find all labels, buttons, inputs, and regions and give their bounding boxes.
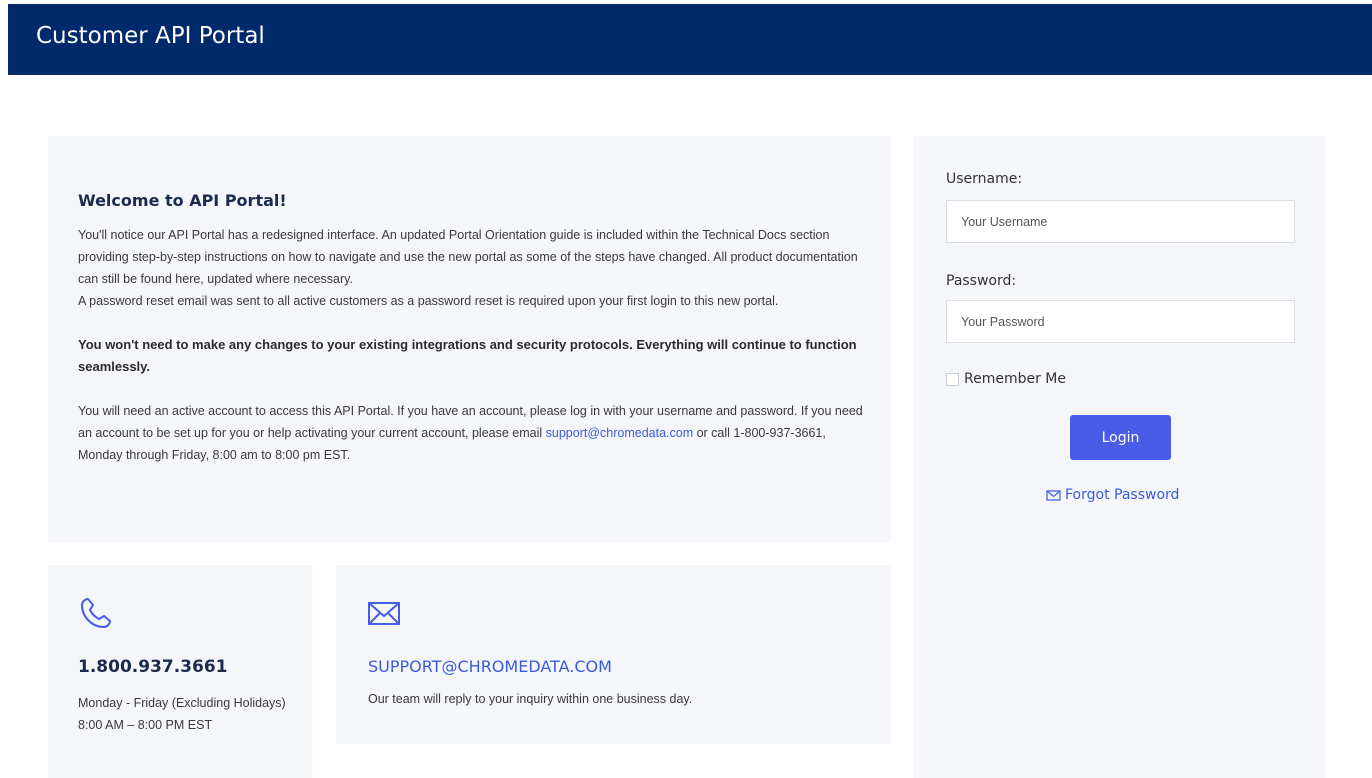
envelope-icon [368, 602, 400, 625]
forgot-password-label: Forgot Password [1065, 487, 1180, 503]
envelope-icon [1046, 489, 1061, 501]
phone-icon [81, 598, 111, 628]
email-reply-note: Our team will reply to your inquiry with… [368, 692, 693, 706]
login-button[interactable]: Login [1070, 415, 1171, 460]
welcome-title: Welcome to API Portal! [78, 191, 287, 210]
phone-time: 8:00 AM – 8:00 PM EST [78, 718, 213, 732]
welcome-panel: Welcome to API Portal! You'll notice our… [48, 136, 891, 542]
app-title: Customer API Portal [36, 23, 265, 49]
support-email-link[interactable]: support@chromedata.com [546, 426, 693, 440]
username-label: Username: [946, 171, 1023, 187]
phone-number: 1.800.937.3661 [78, 657, 228, 677]
phone-card: 1.800.937.3661 Monday - Friday (Excludin… [48, 565, 312, 778]
integration-note: You won't need to make any changes to yo… [78, 337, 857, 374]
forgot-password-link[interactable]: Forgot Password [1046, 487, 1179, 503]
remember-label: Remember Me [964, 371, 1066, 387]
phone-hours: Monday - Friday (Excluding Holidays) 8:0… [78, 692, 288, 736]
phone-days: Monday - Friday (Excluding Holidays) [78, 696, 286, 710]
account-paragraph: You will need an active account to acces… [78, 400, 868, 466]
username-input[interactable] [946, 200, 1295, 243]
password-input[interactable] [946, 300, 1295, 343]
remember-checkbox[interactable] [946, 372, 959, 386]
login-panel: Username: Password: Remember Me Login Fo… [914, 136, 1325, 778]
password-label: Password: [946, 273, 1017, 289]
welcome-body: You'll notice our API Portal has a redes… [78, 224, 868, 466]
top-header: Customer API Portal [8, 4, 1372, 75]
welcome-paragraph: A password reset email was sent to all a… [78, 294, 779, 308]
email-card: SUPPORT@CHROMEDATA.COM Our team will rep… [336, 565, 891, 744]
support-email-address[interactable]: SUPPORT@CHROMEDATA.COM [368, 657, 612, 676]
remember-me[interactable]: Remember Me [946, 371, 1066, 387]
welcome-paragraph: You'll notice our API Portal has a redes… [78, 228, 858, 286]
